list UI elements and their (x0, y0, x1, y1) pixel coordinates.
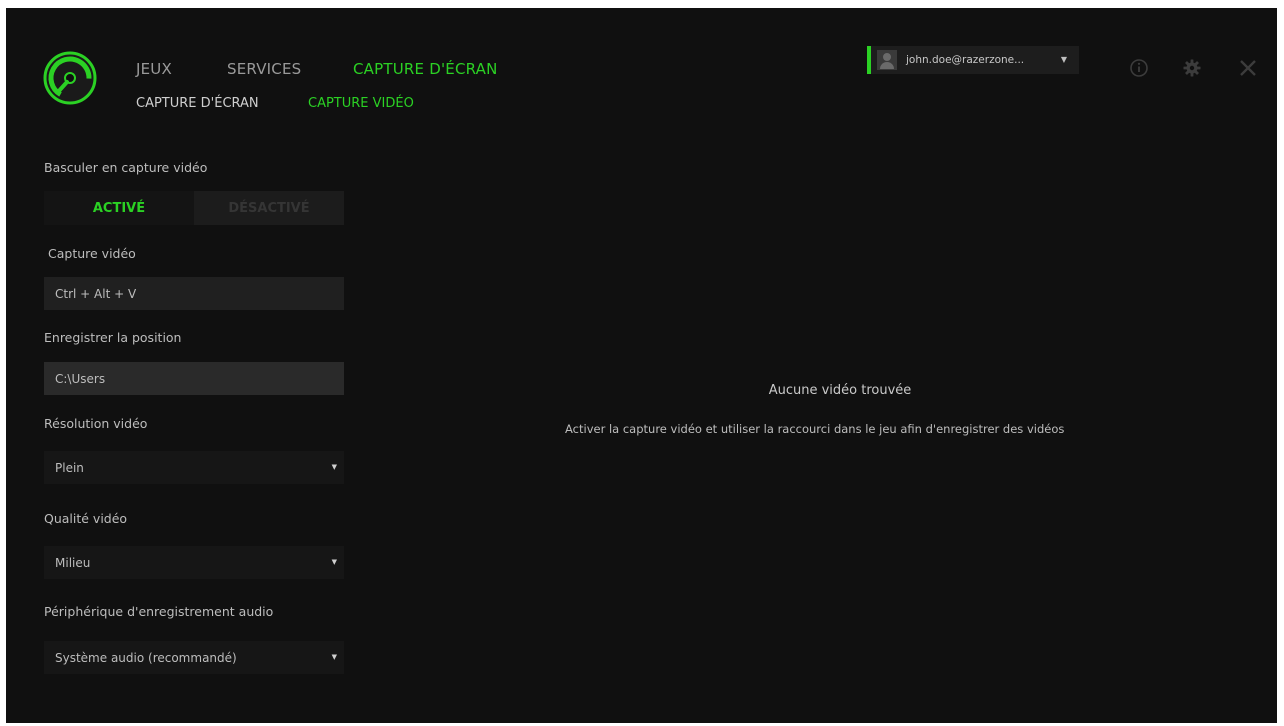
toggle-off-button[interactable]: DÉSACTIVÉ (194, 191, 344, 225)
chevron-down-icon: ▼ (331, 653, 337, 661)
tab-capture-ecran[interactable]: CAPTURE D'ÉCRAN (353, 60, 498, 78)
toggle-on-button[interactable]: ACTIVÉ (44, 191, 194, 225)
tab-jeux[interactable]: JEUX (136, 60, 172, 78)
chevron-down-icon: ▼ (1060, 55, 1067, 64)
resolution-label: Résolution vidéo (44, 416, 148, 431)
user-account-dropdown[interactable]: john.doe@razerzone... ▼ (867, 46, 1079, 74)
chevron-down-icon: ▼ (331, 463, 337, 471)
resolution-dropdown[interactable]: Plein ▼ (44, 451, 344, 484)
user-status-bar (867, 46, 871, 74)
empty-state-subtitle: Activer la capture vidéo et utiliser la … (565, 422, 1065, 436)
audio-device-label: Périphérique d'enregistrement audio (44, 604, 274, 619)
quality-dropdown[interactable]: Milieu ▼ (44, 546, 344, 579)
close-icon[interactable] (1238, 58, 1258, 78)
audio-device-value: Système audio (recommandé) (55, 650, 237, 665)
audio-device-dropdown[interactable]: Système audio (recommandé) ▼ (44, 641, 344, 674)
avatar (877, 50, 897, 70)
gear-icon[interactable] (1182, 58, 1202, 78)
subtab-capture-video[interactable]: CAPTURE VIDÉO (308, 96, 414, 111)
toggle-video-capture-label: Basculer en capture vidéo (44, 160, 208, 175)
save-path-label: Enregistrer la position (44, 330, 182, 345)
quality-value: Milieu (55, 555, 91, 570)
hotkey-field[interactable]: Ctrl + Alt + V (44, 277, 344, 310)
tab-services[interactable]: SERVICES (227, 60, 301, 78)
hotkey-label: Capture vidéo (48, 246, 136, 261)
video-capture-toggle: ACTIVÉ DÉSACTIVÉ (44, 191, 344, 225)
razer-cortex-logo-icon[interactable] (43, 51, 97, 105)
app-window: JEUX SERVICES CAPTURE D'ÉCRAN CAPTURE D'… (6, 8, 1277, 723)
resolution-value: Plein (55, 460, 84, 475)
subtab-capture-ecran[interactable]: CAPTURE D'ÉCRAN (136, 96, 259, 111)
empty-state-title: Aucune vidéo trouvée (768, 383, 912, 398)
quality-label: Qualité vidéo (44, 511, 128, 526)
hotkey-value: Ctrl + Alt + V (55, 286, 137, 301)
user-email: john.doe@razerzone... (906, 54, 1025, 66)
info-icon[interactable] (1129, 58, 1149, 78)
chevron-down-icon: ▼ (331, 558, 337, 566)
